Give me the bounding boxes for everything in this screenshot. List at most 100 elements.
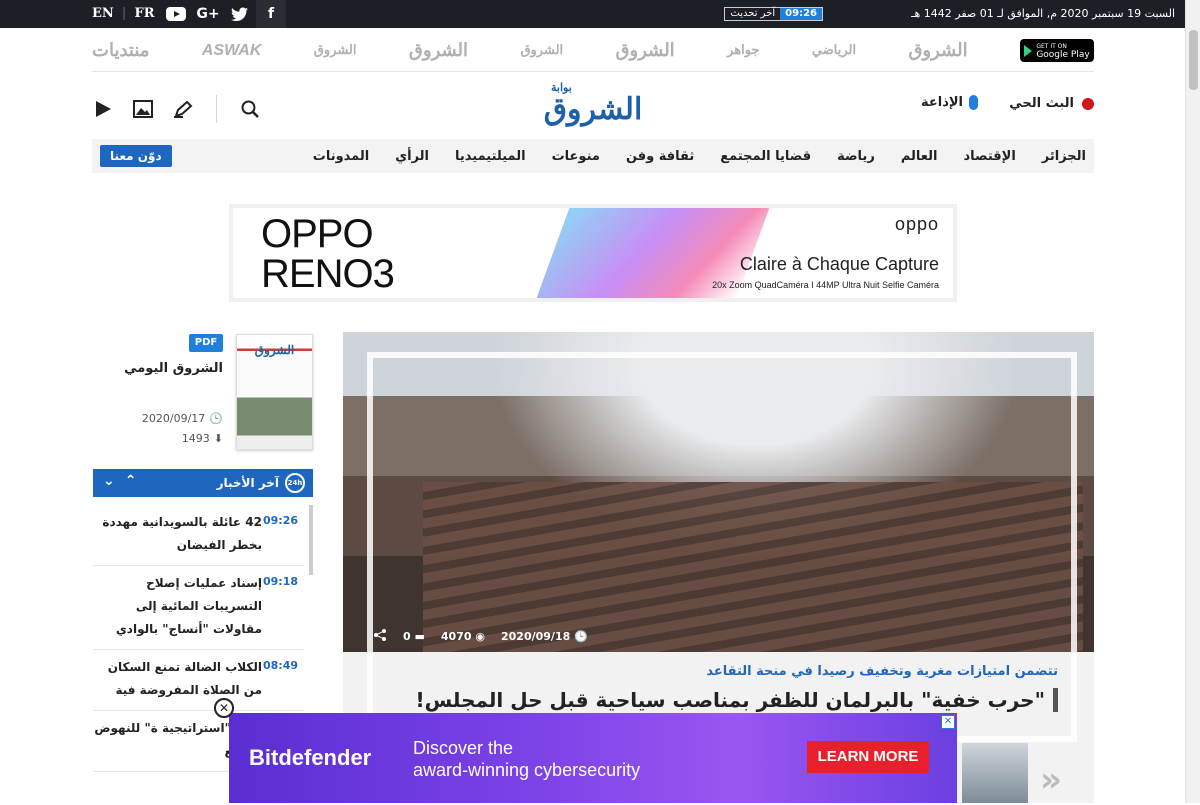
site-logo[interactable]: بوابة الشروق <box>537 82 649 130</box>
ad-info-close-icon[interactable]: ✕ <box>941 715 955 729</box>
clock-icon: 🕒 <box>209 412 223 425</box>
ad-message-line2: award-winning cybersecurity <box>413 760 641 780</box>
lang-fr-link[interactable]: FR <box>135 6 155 21</box>
nav-item-algeria[interactable]: الجزائر <box>1024 149 1094 164</box>
google-plus-icon[interactable]: G+ <box>192 0 224 28</box>
list-item[interactable]: 09:26 42 عائلة بالسويدانية مهددة بخطر ال… <box>93 505 304 566</box>
article-date: 2020/09/18 <box>500 630 571 643</box>
brand-forums[interactable]: منتديات <box>92 40 149 61</box>
clock-icon: 🕒 <box>574 630 588 643</box>
logo-main: الشروق <box>543 92 643 127</box>
news-headline: 42 عائلة بالسويدانية مهددة بخطر الفيضان <box>102 515 262 552</box>
view-count-row: 4070 ◉ <box>441 630 485 643</box>
cover-title: الشروق <box>254 343 295 357</box>
site-header: بوابة الشروق الإذاعة البث الحي <box>92 80 1094 134</box>
daily-title: الشروق اليومي <box>124 361 223 376</box>
google-play-badge[interactable]: GET IT ON Google Play <box>1020 39 1094 62</box>
social-links: G+ f <box>160 0 286 28</box>
language-switcher: EN | FR <box>92 6 155 21</box>
nav-item-economy[interactable]: الإقتصاد <box>945 149 1023 164</box>
gallery-icon[interactable] <box>132 98 154 120</box>
write-pen-icon[interactable] <box>172 98 194 120</box>
ad-subtext: 20x Zoom QuadCaméra I 44MP Ultra Nuit Se… <box>712 280 939 290</box>
pdf-button[interactable]: PDF <box>189 334 223 352</box>
network-brands-row: GET IT ON Google Play الشروق الرياضي جوا… <box>92 30 1094 72</box>
list-item[interactable]: 09:18 إسناد عمليات إصلاح التسريبات المائ… <box>93 566 304 650</box>
daily-downloads-row: ⬇ 1493 <box>182 432 223 445</box>
search-icon[interactable] <box>239 98 261 120</box>
lang-en-link[interactable]: EN <box>92 6 114 21</box>
nav-item-culture[interactable]: ثقافة وفن <box>608 149 702 164</box>
next-arrows-icon[interactable]: » <box>1040 760 1062 800</box>
ad-line2: RENO3 <box>261 252 395 296</box>
latest-news-title: آخر الأخبار <box>216 476 279 490</box>
live-label: البث الحي <box>1009 96 1074 111</box>
radio-label: الإذاعة <box>920 95 963 110</box>
twitter-icon[interactable] <box>224 0 256 28</box>
chevron-up-icon[interactable]: ⌃ <box>125 473 137 489</box>
page-scrollbar[interactable] <box>1185 0 1200 803</box>
brand-echorouk-tv[interactable]: الشروق <box>616 40 675 61</box>
facebook-icon[interactable]: f <box>256 0 286 28</box>
article-title[interactable]: "حرب خفية" بالبرلمان للظفر بمناصب سياحية… <box>416 688 1058 712</box>
clock-24h-icon: 24h <box>285 473 305 493</box>
learn-more-button[interactable]: LEARN MORE <box>807 741 929 773</box>
join-blog-button[interactable]: دوّن معنا <box>100 145 172 167</box>
lang-separator: | <box>121 6 127 21</box>
ad-brand-bitdefender: Bitdefender <box>249 745 372 770</box>
nav-item-world[interactable]: العالم <box>883 149 946 164</box>
brand-aswak[interactable]: ASWAK <box>202 42 262 60</box>
ad-tagline: Claire à Chaque Capture <box>739 254 939 274</box>
news-time: 08:49 <box>262 659 298 672</box>
ad-message-line1: Discover the <box>413 738 514 758</box>
last-update-label: آخر تحديث <box>730 8 776 19</box>
daily-edition: الشروق PDF الشروق اليومي 🕒 2020/09/17 ⬇ … <box>93 332 315 452</box>
news-time: 09:18 <box>262 575 298 588</box>
close-ad-icon[interactable]: ✕ <box>214 698 234 718</box>
current-date: السبت 19 سبتمبر 2020 م, الموافق لـ 01 صف… <box>911 7 1175 20</box>
live-stream-link[interactable]: البث الحي <box>1009 96 1094 111</box>
brand-echorouk[interactable]: الشروق <box>908 40 967 61</box>
news-headline: إسناد عمليات إصلاح التسريبات المائية إلى… <box>115 576 262 636</box>
microphone-icon <box>969 95 978 110</box>
brand-echorouk-channels[interactable]: الشروق <box>520 43 563 58</box>
comment-icon: ▬ <box>414 630 425 643</box>
video-icon[interactable] <box>92 98 114 120</box>
ad-product-name: OPPO RENO3 <box>261 214 395 296</box>
ad-message: Discover the award-winning cybersecurity <box>413 737 640 781</box>
scrollbar-thumb[interactable] <box>1189 30 1198 90</box>
nav-item-misc[interactable]: منوعات <box>534 149 608 164</box>
brand-riyadi[interactable]: الرياضي <box>812 43 856 58</box>
brand-echorouk-news[interactable]: الشروق <box>409 40 468 61</box>
nav-item-opinion[interactable]: الرأي <box>377 149 437 164</box>
chevron-down-icon[interactable]: ⌄ <box>103 473 115 489</box>
view-count: 4070 <box>440 630 472 643</box>
brand-echorouk-radio[interactable]: الشروق <box>314 43 357 58</box>
daily-date: 2020/09/17 <box>141 412 206 425</box>
last-update: آخر تحديث 09:26 <box>724 7 823 21</box>
radio-link[interactable]: الإذاعة <box>921 95 978 110</box>
news-time: 09:26 <box>262 514 298 527</box>
parliament-seats <box>423 482 1083 652</box>
nav-item-society[interactable]: قضايا المجتمع <box>702 149 819 164</box>
news-scrollbar[interactable] <box>309 505 313 575</box>
top-bar: السبت 19 سبتمبر 2020 م, الموافق لـ 01 صف… <box>0 0 1185 28</box>
nav-item-multimedia[interactable]: الميلتيميديا <box>437 149 534 164</box>
article-kicker[interactable]: تتضمن امتيازات مغرية وتخفيف رصيدا في منح… <box>706 664 1058 679</box>
youtube-icon[interactable] <box>160 0 192 28</box>
newspaper-cover[interactable]: الشروق <box>236 334 313 450</box>
eye-icon: ◉ <box>475 630 485 643</box>
oppo-banner-ad[interactable]: OPPO RENO3 oppo Claire à Chaque Capture … <box>229 204 957 302</box>
gplay-label: Google Play <box>1036 49 1090 60</box>
comment-count-row: 0 ▬ <box>403 630 425 643</box>
bitdefender-banner-ad[interactable]: Bitdefender Discover the award-winning c… <box>229 713 957 803</box>
nav-item-blogs[interactable]: المدونات <box>295 149 377 164</box>
related-thumbnail[interactable] <box>962 743 1028 803</box>
article-stats: 0 ▬ 4070 ◉ 2020/09/18 🕒 <box>373 628 588 645</box>
nav-item-sports[interactable]: رياضة <box>819 149 883 164</box>
share-icon[interactable] <box>373 628 387 645</box>
news-headline: الكلاب الضالة تمنع السكان من الصلاة المف… <box>107 660 262 697</box>
latest-news-header: 24h آخر الأخبار ⌃ ⌄ <box>93 469 313 497</box>
list-item[interactable]: 08:49 الكلاب الضالة تمنع السكان من الصلا… <box>93 650 304 711</box>
brand-jawahir[interactable]: جواهر <box>727 43 759 58</box>
